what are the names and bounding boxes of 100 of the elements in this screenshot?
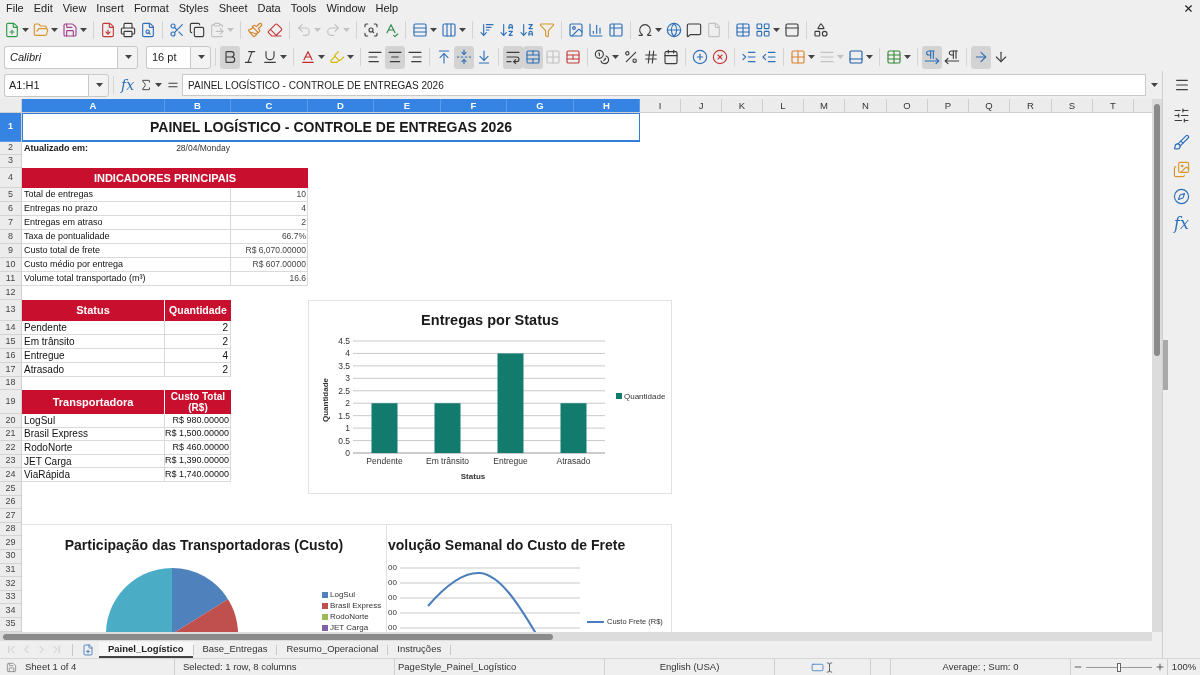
menu-item[interactable]: Format bbox=[128, 1, 174, 16]
menu-item[interactable]: Data bbox=[252, 1, 286, 16]
row-header[interactable]: 32 bbox=[0, 577, 21, 591]
row-header[interactable]: 20 bbox=[0, 414, 21, 428]
zoom-in-button[interactable] bbox=[1155, 662, 1165, 672]
align-center-button[interactable] bbox=[385, 45, 405, 69]
menu-item[interactable]: File bbox=[1, 1, 29, 16]
sheet-tab[interactable]: Base_Entregas bbox=[193, 641, 277, 658]
row-header[interactable]: 1 bbox=[0, 113, 21, 142]
row-header[interactable]: 31 bbox=[0, 563, 21, 578]
row-header[interactable]: 16 bbox=[0, 349, 21, 363]
row-header[interactable]: 8 bbox=[0, 230, 21, 244]
wrap-text-button[interactable] bbox=[503, 45, 523, 69]
center-vertically-button[interactable] bbox=[454, 45, 474, 69]
row-header[interactable]: 26 bbox=[0, 495, 21, 510]
pilcrow-left-icon bbox=[944, 49, 960, 65]
row-header[interactable]: 23 bbox=[0, 454, 21, 469]
properties-tab[interactable] bbox=[1173, 107, 1190, 124]
styles-tab[interactable] bbox=[1173, 134, 1190, 151]
document-arrow-icon bbox=[100, 22, 116, 38]
sheet-tab[interactable]: Resumo_Operacional bbox=[277, 641, 388, 658]
row-header[interactable]: 24 bbox=[0, 468, 21, 482]
caret-icon bbox=[51, 28, 58, 32]
row-header[interactable]: 3 bbox=[0, 155, 21, 168]
column-header[interactable]: D bbox=[308, 99, 374, 112]
row-header[interactable]: 34 bbox=[0, 604, 21, 618]
font-name-field[interactable]: Calibri bbox=[4, 45, 117, 69]
close-button[interactable] bbox=[1183, 3, 1194, 14]
hash-icon bbox=[643, 49, 659, 65]
font-size-field[interactable]: 16 pt bbox=[146, 45, 190, 69]
row-header[interactable]: 10 bbox=[0, 258, 21, 272]
column-header[interactable]: H bbox=[574, 99, 640, 112]
row-header[interactable]: 29 bbox=[0, 536, 21, 550]
column-header[interactable]: E bbox=[374, 99, 441, 112]
name-box-dropdown-button[interactable] bbox=[88, 73, 109, 97]
gallery-tab[interactable] bbox=[1173, 161, 1190, 178]
menu-item[interactable]: Styles bbox=[173, 1, 214, 16]
row-header[interactable]: 2 bbox=[0, 142, 21, 155]
row-header[interactable]: 22 bbox=[0, 441, 21, 455]
font-size-dropdown-button[interactable] bbox=[190, 45, 211, 69]
formula-input-field[interactable]: PAINEL LOGÍSTICO - CONTROLE DE ENTREGAS 2026 bbox=[182, 74, 1146, 96]
caret-icon bbox=[343, 28, 350, 32]
scrollbar-thumb[interactable] bbox=[1154, 104, 1160, 356]
navigator-tab[interactable] bbox=[1173, 188, 1190, 205]
bold-button[interactable] bbox=[220, 45, 240, 69]
menu-item[interactable]: Edit bbox=[28, 1, 58, 16]
row-header[interactable]: 25 bbox=[0, 481, 21, 496]
row-header[interactable]: 21 bbox=[0, 427, 21, 442]
row-header[interactable]: 7 bbox=[0, 216, 21, 230]
menu-item[interactable]: Sheet bbox=[213, 1, 253, 16]
add-sheet-button[interactable] bbox=[81, 642, 95, 657]
caret-icon bbox=[80, 28, 87, 32]
caret-icon bbox=[773, 28, 780, 32]
row-header[interactable]: 27 bbox=[0, 509, 21, 523]
row-header[interactable]: 5 bbox=[0, 188, 21, 202]
sort-icon bbox=[479, 22, 495, 38]
text-left-to-right-button[interactable] bbox=[971, 45, 991, 69]
sheet-tab[interactable]: Painel_Logístico bbox=[99, 641, 193, 658]
functions-tab[interactable]: fx bbox=[1174, 215, 1189, 233]
sidebar-collapse-handle[interactable] bbox=[1163, 340, 1168, 390]
caret-icon bbox=[430, 28, 437, 32]
page-icon bbox=[706, 22, 722, 38]
row-header[interactable]: 33 bbox=[0, 590, 21, 605]
row-header[interactable]: 14 bbox=[0, 321, 21, 335]
menu-item[interactable]: Tools bbox=[285, 1, 322, 16]
row-header[interactable]: 30 bbox=[0, 549, 21, 564]
menu-item[interactable]: View bbox=[57, 1, 92, 16]
left-to-right-button[interactable] bbox=[922, 45, 942, 69]
bold-icon bbox=[222, 49, 238, 65]
name-box-field[interactable]: A1:H1 bbox=[4, 73, 88, 97]
zoom-slider-thumb[interactable] bbox=[1117, 662, 1121, 672]
menu-item[interactable]: Insert bbox=[91, 1, 129, 16]
menu-item[interactable]: Help bbox=[370, 1, 404, 16]
row-header[interactable]: 18 bbox=[0, 377, 21, 390]
row-header[interactable]: 9 bbox=[0, 244, 21, 258]
row-header[interactable]: 15 bbox=[0, 335, 21, 349]
column-header[interactable]: F bbox=[441, 99, 507, 112]
row-header[interactable]: 13 bbox=[0, 300, 21, 321]
sidebar-menu-button[interactable] bbox=[1173, 77, 1190, 93]
table-cell: Brasil Express bbox=[22, 427, 165, 442]
column-header[interactable]: A bbox=[22, 99, 165, 112]
table-header-cell: INDICADORES PRINCIPAIS bbox=[22, 168, 308, 188]
function-wizard-button[interactable]: fx bbox=[118, 77, 138, 93]
row-header[interactable]: 6 bbox=[0, 202, 21, 216]
row-header[interactable]: 35 bbox=[0, 617, 21, 632]
row-header[interactable]: 17 bbox=[0, 363, 21, 377]
brush-icon bbox=[1173, 134, 1190, 151]
column-header[interactable]: C bbox=[231, 99, 308, 112]
row-header[interactable]: 11 bbox=[0, 272, 21, 286]
menu-item[interactable]: Window bbox=[321, 1, 371, 16]
row-header[interactable]: 12 bbox=[0, 286, 21, 300]
row-header[interactable]: 28 bbox=[0, 522, 21, 537]
column-header[interactable]: B bbox=[165, 99, 231, 112]
row-header[interactable]: 4 bbox=[0, 168, 21, 188]
table-cell: ViaRápida bbox=[22, 468, 165, 482]
sheet-tab[interactable]: Instruções bbox=[388, 641, 451, 658]
scrollbar-thumb[interactable] bbox=[3, 633, 553, 640]
row-header[interactable]: 19 bbox=[0, 390, 21, 414]
font-name-dropdown-button[interactable] bbox=[117, 45, 138, 69]
column-header[interactable]: G bbox=[507, 99, 574, 112]
